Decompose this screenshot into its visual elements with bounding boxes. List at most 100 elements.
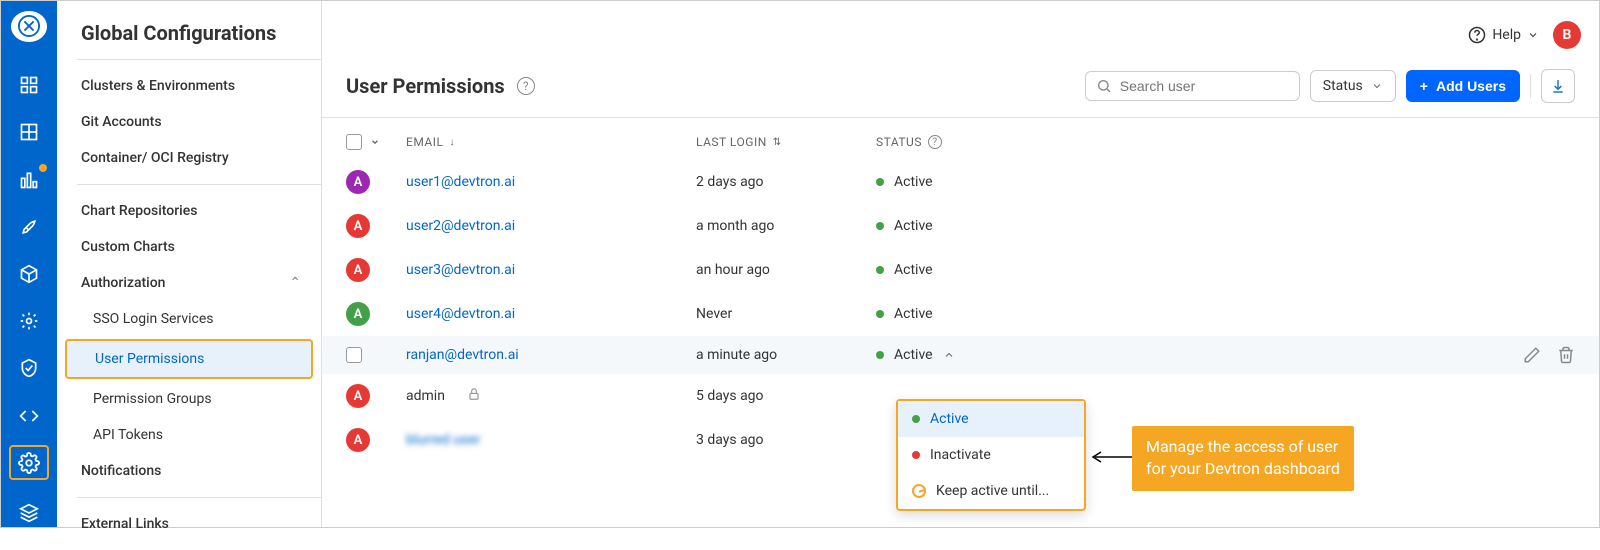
dropdown-label: Active [930,411,969,427]
status-cell[interactable]: Active [876,347,1136,363]
status-dot-icon [876,178,884,186]
last-login-cell: 5 days ago [696,388,876,404]
plus-icon: + [1420,78,1428,94]
dropdown-item-active[interactable]: Active [898,401,1084,437]
delete-icon[interactable] [1557,346,1575,364]
sidebar-item-external-links[interactable]: External Links [57,506,321,542]
last-login-cell: 3 days ago [696,432,876,448]
column-status[interactable]: STATUS? [876,135,1136,149]
sidebar-item-registry[interactable]: Container/ OCI Registry [57,140,321,176]
sidebar-item-custom-charts[interactable]: Custom Charts [57,229,321,265]
status-filter-label: Status [1323,78,1363,94]
dropdown-label: Inactivate [930,447,991,463]
rail-grid-icon[interactable] [13,119,45,146]
status-cell[interactable]: Active [876,174,1136,190]
page-title: User Permissions [346,74,505,98]
chevron-up-icon [943,349,955,361]
user-email-link[interactable]: user1@devtron.ai [406,174,515,190]
add-users-button[interactable]: + Add Users [1406,70,1520,102]
edit-icon[interactable] [1523,346,1541,364]
select-all-checkbox[interactable] [346,134,362,150]
sort-icon: ⇅ [773,137,782,148]
add-users-label: Add Users [1436,78,1506,94]
status-dot-icon [876,222,884,230]
sidebar-item-authorization[interactable]: Authorization⌃ [57,265,321,301]
status-dot-icon [876,266,884,274]
sidebar-item-user-permissions[interactable]: User Permissions [65,339,313,379]
row-checkbox[interactable] [346,347,362,363]
chevron-down-icon [1527,29,1539,41]
help-circle-icon [1468,26,1486,44]
search-icon [1096,78,1112,94]
search-field[interactable] [1120,78,1301,94]
rail-settings-icon[interactable] [13,308,45,335]
column-email[interactable]: EMAIL↓ [406,135,696,149]
rail-chart-icon[interactable] [13,166,45,193]
user-email-blurred: blurred user [406,432,480,448]
status-label: Active [894,218,933,234]
red-dot-icon [912,451,920,459]
sidebar-item-api-tokens[interactable]: API Tokens [57,417,321,453]
sidebar-item-notifications[interactable]: Notifications [57,453,321,489]
status-label: Active [894,347,933,363]
table-row[interactable]: Auser2@devtron.aia month agoActive [322,204,1599,248]
status-cell[interactable]: Active [876,218,1136,234]
sort-arrow-down-icon: ↓ [449,137,455,148]
user-email: admin [406,388,445,404]
green-dot-icon [912,415,920,423]
table-row[interactable]: Auser1@devtron.ai 2 days ago Active [322,160,1599,204]
user-email-link[interactable]: user2@devtron.ai [406,218,515,234]
dropdown-label: Keep active until... [936,483,1049,499]
user-avatar-small: A [346,428,370,452]
table-row[interactable]: Auser3@devtron.ai an hour ago Active [322,248,1599,292]
annotation-callout: Manage the access of user for your Devtr… [1132,426,1354,491]
user-email-link[interactable]: user4@devtron.ai [406,306,515,322]
sidebar-item-git[interactable]: Git Accounts [57,104,321,140]
divider [1530,74,1531,98]
user-avatar-small: A [346,170,370,194]
status-cell[interactable]: Active [876,262,1136,278]
download-button[interactable] [1541,69,1575,103]
last-login-cell: 2 days ago [696,174,876,190]
info-icon[interactable]: ? [928,135,942,149]
rail-shield-icon[interactable] [13,355,45,382]
rail-rocket-icon[interactable] [13,213,45,240]
user-email-link[interactable]: ranjan@devtron.ai [406,347,519,363]
status-dot-icon [876,351,884,359]
user-avatar[interactable]: B [1553,21,1581,49]
dropdown-item-keep-active[interactable]: Keep active until... [898,473,1084,509]
chevron-down-icon[interactable] [370,137,380,147]
status-cell[interactable]: Active [876,306,1136,322]
status-dropdown: Active Inactivate Keep active until... [896,399,1086,511]
table-row[interactable]: ranjan@devtron.ai a minute ago Active [322,336,1599,374]
search-input[interactable] [1085,71,1300,101]
sidebar-item-permission-groups[interactable]: Permission Groups [57,381,321,417]
icon-rail [1,1,57,527]
last-login-cell: Never [696,306,876,322]
help-icon[interactable]: ? [517,77,535,95]
app-logo[interactable] [11,11,47,42]
sidebar-item-clusters[interactable]: Clusters & Environments [57,68,321,104]
rail-gear-icon[interactable] [9,445,49,480]
column-last-login[interactable]: LAST LOGIN⇅ [696,135,876,149]
rail-cube-icon[interactable] [13,260,45,287]
sidebar-item-chart-repos[interactable]: Chart Repositories [57,193,321,229]
status-filter[interactable]: Status [1310,70,1396,102]
table-row[interactable]: Auser4@devtron.aiNeverActive [322,292,1599,336]
status-dot-icon [876,310,884,318]
last-login-cell: a minute ago [696,347,876,363]
page-header-title: Global Configurations [57,1,321,59]
status-label: Active [894,174,933,190]
rail-code-icon[interactable] [13,402,45,429]
status-label: Active [894,262,933,278]
sidebar: Global Configurations Clusters & Environ… [57,1,322,527]
user-avatar-small: A [346,258,370,282]
rail-apps-icon[interactable] [13,72,45,99]
last-login-cell: an hour ago [696,262,876,278]
last-login-cell: a month ago [696,218,876,234]
sidebar-item-sso[interactable]: SSO Login Services [57,301,321,337]
help-menu[interactable]: Help [1468,26,1539,44]
rail-layers-icon[interactable] [13,500,45,527]
dropdown-item-inactivate[interactable]: Inactivate [898,437,1084,473]
user-email-link[interactable]: user3@devtron.ai [406,262,515,278]
